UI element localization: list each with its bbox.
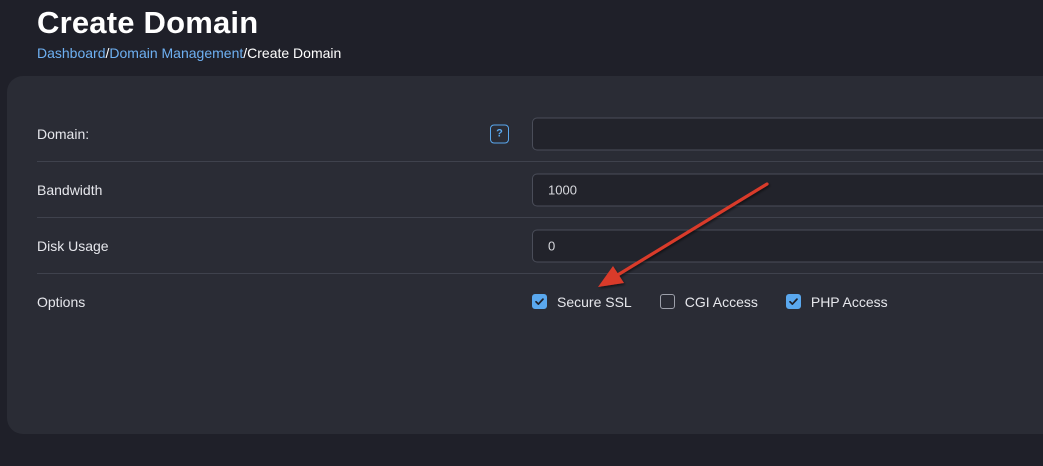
breadcrumb: Dashboard/Domain Management/Create Domai… <box>37 44 341 62</box>
check-icon <box>535 298 544 305</box>
domain-row: Domain: ? <box>37 106 1043 162</box>
bandwidth-row: Bandwidth <box>37 162 1043 218</box>
secure-ssl-checkbox[interactable] <box>532 294 547 309</box>
bandwidth-label: Bandwidth <box>37 181 103 198</box>
disk-usage-row: Disk Usage <box>37 218 1043 274</box>
breadcrumb-dashboard-link[interactable]: Dashboard <box>37 45 106 61</box>
cgi-access-option[interactable]: CGI Access <box>659 293 758 310</box>
check-icon <box>789 298 798 305</box>
question-icon[interactable]: ? <box>490 124 509 143</box>
breadcrumb-domain-management-link[interactable]: Domain Management <box>109 45 243 61</box>
options-label: Options <box>37 293 86 310</box>
bandwidth-input[interactable] <box>532 173 1043 206</box>
cgi-access-label: CGI Access <box>684 293 758 310</box>
create-domain-form-panel: Domain: ? Bandwidth Disk Usage Options S… <box>7 76 1043 434</box>
domain-input[interactable] <box>532 117 1043 150</box>
secure-ssl-label: Secure SSL <box>557 293 632 310</box>
php-access-checkbox[interactable] <box>785 294 801 309</box>
php-access-option[interactable]: PHP Access <box>785 293 888 310</box>
page-title: Create Domain <box>37 5 259 40</box>
php-access-label: PHP Access <box>810 293 888 310</box>
options-group: Secure SSL CGI Access PHP Access <box>532 294 916 310</box>
disk-usage-label: Disk Usage <box>37 237 109 254</box>
disk-usage-input[interactable] <box>532 229 1043 262</box>
domain-label: Domain: <box>37 125 90 142</box>
options-row: Options Secure SSL CGI Access PHP Access <box>37 274 1043 329</box>
cgi-access-checkbox[interactable] <box>659 294 675 309</box>
breadcrumb-current: Create Domain <box>247 45 342 61</box>
secure-ssl-option[interactable]: Secure SSL <box>532 294 632 310</box>
